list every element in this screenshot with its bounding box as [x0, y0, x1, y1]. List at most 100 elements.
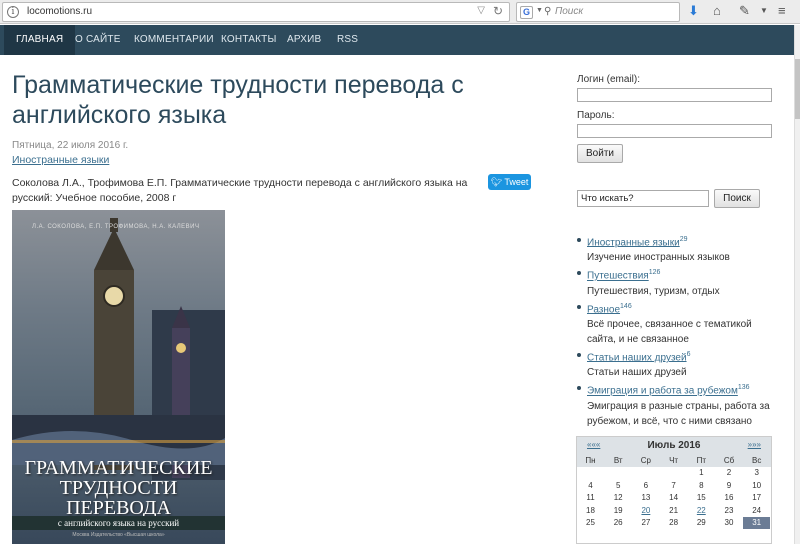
calendar-day: 25	[586, 518, 595, 527]
calendar-weekday: Чт	[669, 456, 679, 465]
calendar-header: ««« Июль 2016 »»»	[577, 437, 771, 455]
list-item: Иностранные языки29 Изучение иностранных…	[577, 232, 777, 265]
list-item: Разное146 Всё прочее, связанное с темати…	[577, 299, 777, 347]
browser-search-placeholder: Поиск	[555, 6, 584, 17]
list-item: Статьи наших друзей6 Статьи наших друзей	[577, 347, 777, 380]
book-subtitle: с английского языка на русский	[12, 516, 225, 530]
calendar-day: 5	[615, 480, 621, 490]
category-link[interactable]: Путешествия	[587, 271, 649, 282]
calendar-next-link[interactable]: »»»	[748, 440, 761, 449]
category-description: Изучение иностранных языков	[587, 252, 730, 264]
calendar-day: 11	[586, 493, 595, 502]
category-description: Путешествия, туризм, отдых	[587, 285, 720, 297]
home-icon[interactable]: ⌂	[713, 3, 721, 18]
scrollbar-thumb[interactable]	[795, 59, 800, 119]
calendar-day: 26	[613, 518, 623, 527]
page-title: Грамматические трудности перевода с англ…	[12, 71, 464, 129]
calendar-day: 18	[586, 505, 595, 515]
calendar-month: Июль 2016	[647, 440, 701, 451]
calendar-day: 31	[743, 517, 771, 529]
bullet-icon	[577, 271, 581, 276]
extension-icon[interactable]: ✎	[739, 3, 750, 19]
password-input[interactable]	[577, 124, 772, 138]
calendar-day: 29	[696, 518, 706, 527]
category-link[interactable]: Иностранные языки	[587, 237, 680, 248]
calendar-day: 28	[669, 518, 679, 527]
twitter-bird-icon: 🐦︎	[490, 177, 503, 187]
category-count: 136	[737, 384, 750, 392]
calendar-day: 21	[669, 505, 679, 515]
category-list: Иностранные языки29 Изучение иностранных…	[577, 232, 777, 429]
engine-dropdown-icon[interactable]: ▼	[536, 7, 543, 14]
site-search-input[interactable]	[577, 190, 709, 207]
calendar-weekdays: Пн Вт Ср Чт Пт Сб Вс	[577, 455, 771, 467]
category-link[interactable]: Эмиграция и работа за рубежом	[587, 386, 738, 397]
nav-item-contacts[interactable]: КОНТАКТЫ	[221, 25, 277, 55]
vertical-scrollbar[interactable]	[794, 25, 800, 544]
calendar-day: 24	[752, 505, 762, 515]
bullet-icon	[577, 386, 581, 391]
category-count: 29	[679, 236, 688, 243]
calendar-weekday: Ср	[640, 456, 651, 465]
category-count: 146	[620, 302, 632, 310]
nav-item-comments[interactable]: КОММЕНТАРИИ	[134, 25, 214, 55]
browser-search-bar[interactable]: G ▼ ⚲ Поиск	[516, 2, 680, 22]
calendar-day: 27	[641, 518, 651, 527]
category-description: Всё прочее, связанное с тематикой сайта,…	[587, 318, 752, 345]
calendar-day: 1	[699, 468, 704, 477]
category-description: Статьи наших друзей	[587, 367, 687, 379]
calendar-weekday: Вс	[752, 456, 762, 465]
category-link[interactable]: Разное	[587, 304, 620, 315]
browser-toolbar: i locomotions.ru ▽ ↻ G ▼ ⚲ Поиск ⬇ ⌂ ✎ ▼…	[0, 0, 800, 24]
download-icon[interactable]: ⬇	[688, 3, 699, 19]
reload-icon[interactable]: ↻	[493, 4, 503, 18]
tweet-button[interactable]: 🐦︎ Tweet	[488, 174, 531, 190]
nav-item-archive[interactable]: АРХИВ	[287, 25, 321, 55]
category-description: Эмиграция в разные страны, работа за руб…	[587, 400, 770, 427]
calendar-day: 16	[724, 493, 734, 502]
category-link[interactable]: Статьи наших друзей	[587, 352, 687, 363]
category-count: 6	[686, 350, 691, 358]
calendar-day: 4	[588, 480, 593, 490]
book-authors: Л.А. СОКОЛОВА, Е.П. ТРОФИМОВА, Н.А. КАЛЕ…	[32, 224, 200, 230]
list-item: Путешествия126 Путешествия, туризм, отды…	[577, 265, 777, 298]
login-button[interactable]: Войти	[577, 144, 623, 163]
search-engine-icon[interactable]: G	[520, 6, 533, 19]
address-text: locomotions.ru	[27, 6, 93, 17]
calendar-day: 10	[752, 480, 762, 490]
calendar-day: 12	[613, 493, 623, 502]
calendar-weekday: Пт	[696, 456, 706, 465]
login-input[interactable]	[577, 88, 772, 102]
menu-icon[interactable]: ≡	[778, 3, 786, 18]
password-label: Пароль:	[577, 110, 615, 121]
tweet-label: Tweet	[504, 177, 529, 187]
calendar-day[interactable]: 20	[632, 505, 659, 517]
article-date: Пятница, 22 июля 2016 г.	[12, 140, 129, 151]
bullet-icon	[577, 304, 581, 309]
article-category-link[interactable]: Иностранные языки	[12, 154, 109, 166]
calendar-day: 8	[699, 480, 704, 490]
address-bar[interactable]: i locomotions.ru ▽ ↻	[2, 2, 510, 22]
calendar-weekday: Вт	[613, 456, 623, 465]
extension-menu-icon[interactable]: ▼	[760, 6, 768, 15]
calendar-weekday: Сб	[723, 456, 735, 465]
calendar-day: 13	[641, 493, 651, 502]
nav-item-rss[interactable]: RSS	[337, 25, 358, 55]
nav-item-home[interactable]: ГЛАВНАЯ	[4, 25, 76, 55]
book-cover-image: Л.А. СОКОЛОВА, Е.П. ТРОФИМОВА, Н.А. КАЛЕ…	[12, 210, 225, 544]
site-info-icon[interactable]: i	[7, 6, 19, 18]
calendar-day: 23	[724, 505, 734, 515]
site-nav: ГЛАВНАЯ О САЙТЕ КОММЕНТАРИИ КОНТАКТЫ АРХ…	[0, 25, 794, 55]
calendar-day: 17	[752, 493, 762, 502]
nav-item-about[interactable]: О САЙТЕ	[75, 25, 121, 55]
book-title: ГРАММАТИЧЕСКИЕ ТРУДНОСТИ ПЕРЕВОДА	[24, 457, 213, 519]
calendar-widget: ««« Июль 2016 »»» Пн Вт Ср Чт Пт Сб Вс 1234567…	[576, 436, 772, 544]
calendar-weekday: Пн	[585, 456, 596, 465]
calendar-day: 6	[643, 480, 649, 490]
calendar-day: 30	[724, 518, 734, 527]
calendar-day: 14	[669, 493, 679, 502]
login-label: Логин (email):	[577, 74, 640, 85]
history-dropdown-icon[interactable]: ▽	[477, 5, 485, 16]
calendar-day[interactable]: 22	[688, 505, 715, 517]
site-search-button[interactable]: Поиск	[714, 189, 760, 208]
